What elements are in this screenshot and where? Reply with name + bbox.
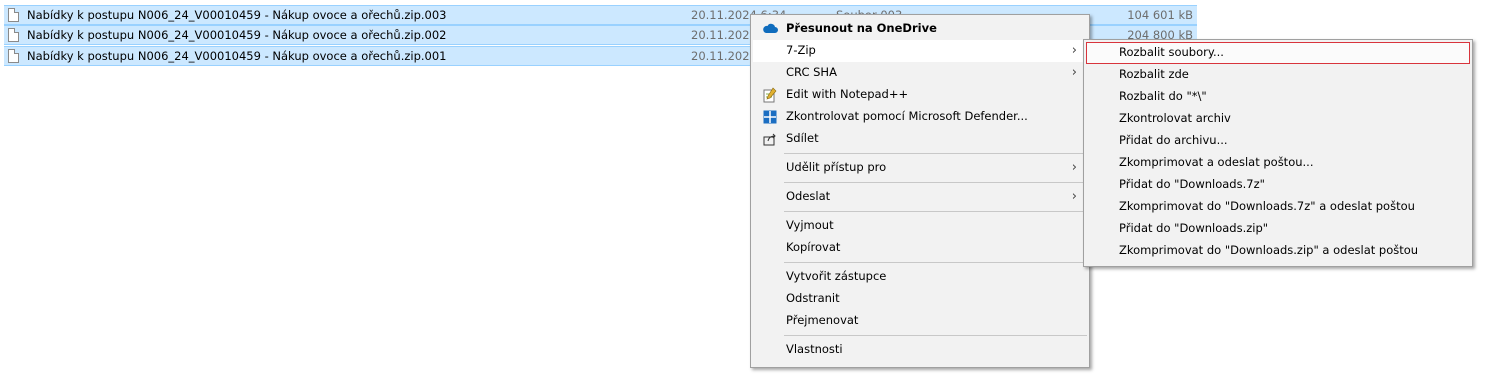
menu-item-label: CRC SHA xyxy=(786,65,837,79)
menu-item-notepad[interactable]: Edit with Notepad++ xyxy=(753,84,1087,106)
menu-separator xyxy=(784,262,1087,263)
submenu-item-label: Zkomprimovat a odeslat poštou... xyxy=(1119,155,1314,169)
submenu-item-compress-7z-email[interactable]: Zkomprimovat do "Downloads.7z" a odeslat… xyxy=(1086,196,1470,218)
file-icon xyxy=(8,28,19,42)
menu-item-label: Vytvořit zástupce xyxy=(786,269,887,283)
submenu-item-label: Přidat do archivu... xyxy=(1119,133,1228,147)
menu-item-share[interactable]: Sdílet xyxy=(753,128,1087,150)
submenu-item-compress-email[interactable]: Zkomprimovat a odeslat poštou... xyxy=(1086,152,1470,174)
file-icon xyxy=(8,8,19,22)
menu-item-copy[interactable]: Kopírovat xyxy=(753,237,1087,259)
menu-item-properties[interactable]: Vlastnosti xyxy=(753,339,1087,361)
menu-item-grant-access[interactable]: Udělit přístup pro › xyxy=(753,157,1087,179)
menu-separator xyxy=(784,182,1087,183)
share-icon xyxy=(762,131,778,147)
submenu-7zip: Rozbalit soubory... Rozbalit zde Rozbali… xyxy=(1083,39,1473,267)
submenu-item-compress-zip-email[interactable]: Zkomprimovat do "Downloads.zip" a odesla… xyxy=(1086,240,1470,262)
file-name: Nabídky k postupu N006_24_V00010459 - Ná… xyxy=(27,28,447,42)
menu-item-onedrive[interactable]: Přesunout na OneDrive xyxy=(753,18,1087,40)
submenu-item-add-zip[interactable]: Přidat do "Downloads.zip" xyxy=(1086,218,1470,240)
file-name: Nabídky k postupu N006_24_V00010459 - Ná… xyxy=(27,8,447,22)
cloud-icon xyxy=(762,21,778,37)
submenu-item-label: Zkontrolovat archiv xyxy=(1119,111,1231,125)
menu-item-label: Sdílet xyxy=(786,131,819,145)
menu-item-defender[interactable]: Zkontrolovat pomocí Microsoft Defender..… xyxy=(753,106,1087,128)
menu-item-send-to[interactable]: Odeslat › xyxy=(753,186,1087,208)
file-name: Nabídky k postupu N006_24_V00010459 - Ná… xyxy=(27,49,447,63)
submenu-item-label: Rozbalit zde xyxy=(1119,67,1189,81)
menu-item-label: Odstranit xyxy=(786,291,840,305)
menu-item-label: Odeslat xyxy=(786,189,831,203)
menu-item-label: Zkontrolovat pomocí Microsoft Defender..… xyxy=(786,109,1028,123)
context-menu: Přesunout na OneDrive 7-Zip › CRC SHA › … xyxy=(750,14,1090,368)
menu-item-label: Přesunout na OneDrive xyxy=(786,21,937,35)
chevron-right-icon: › xyxy=(1071,160,1077,175)
submenu-item-label: Přidat do "Downloads.7z" xyxy=(1119,177,1265,191)
menu-item-label: Kopírovat xyxy=(786,240,841,254)
menu-separator xyxy=(784,211,1087,212)
submenu-item-extract-files[interactable]: Rozbalit soubory... xyxy=(1086,42,1470,64)
menu-item-label: Edit with Notepad++ xyxy=(786,87,909,101)
file-size: 104 601 kB xyxy=(1127,8,1193,22)
submenu-item-add-7z[interactable]: Přidat do "Downloads.7z" xyxy=(1086,174,1470,196)
menu-item-label: Přejmenovat xyxy=(786,313,859,327)
menu-item-label: 7-Zip xyxy=(786,43,816,57)
submenu-item-add-to-archive[interactable]: Přidat do archivu... xyxy=(1086,130,1470,152)
menu-item-7zip[interactable]: 7-Zip › xyxy=(753,40,1087,62)
notepad-icon xyxy=(762,87,778,103)
submenu-item-label: Přidat do "Downloads.zip" xyxy=(1119,221,1269,235)
menu-item-label: Vyjmout xyxy=(786,218,834,232)
shield-icon xyxy=(762,109,778,125)
menu-separator xyxy=(784,335,1087,336)
submenu-item-label: Rozbalit do "*\" xyxy=(1119,89,1207,103)
menu-item-delete[interactable]: Odstranit xyxy=(753,288,1087,310)
menu-separator xyxy=(784,153,1087,154)
menu-item-cut[interactable]: Vyjmout xyxy=(753,215,1087,237)
menu-item-label: Udělit přístup pro xyxy=(786,160,887,174)
menu-item-rename[interactable]: Přejmenovat xyxy=(753,310,1087,332)
menu-item-crc-sha[interactable]: CRC SHA › xyxy=(753,62,1087,84)
chevron-right-icon: › xyxy=(1071,65,1077,80)
submenu-item-extract-here[interactable]: Rozbalit zde xyxy=(1086,64,1470,86)
menu-item-create-shortcut[interactable]: Vytvořit zástupce xyxy=(753,266,1087,288)
file-icon xyxy=(8,49,19,63)
submenu-item-label: Zkomprimovat do "Downloads.zip" a odesla… xyxy=(1119,243,1419,257)
submenu-item-test-archive[interactable]: Zkontrolovat archiv xyxy=(1086,108,1470,130)
submenu-item-label: Zkomprimovat do "Downloads.7z" a odeslat… xyxy=(1119,199,1415,213)
submenu-item-extract-to[interactable]: Rozbalit do "*\" xyxy=(1086,86,1470,108)
chevron-right-icon: › xyxy=(1071,189,1077,204)
submenu-item-label: Rozbalit soubory... xyxy=(1119,45,1224,59)
chevron-right-icon: › xyxy=(1071,43,1077,58)
menu-item-label: Vlastnosti xyxy=(786,342,843,356)
